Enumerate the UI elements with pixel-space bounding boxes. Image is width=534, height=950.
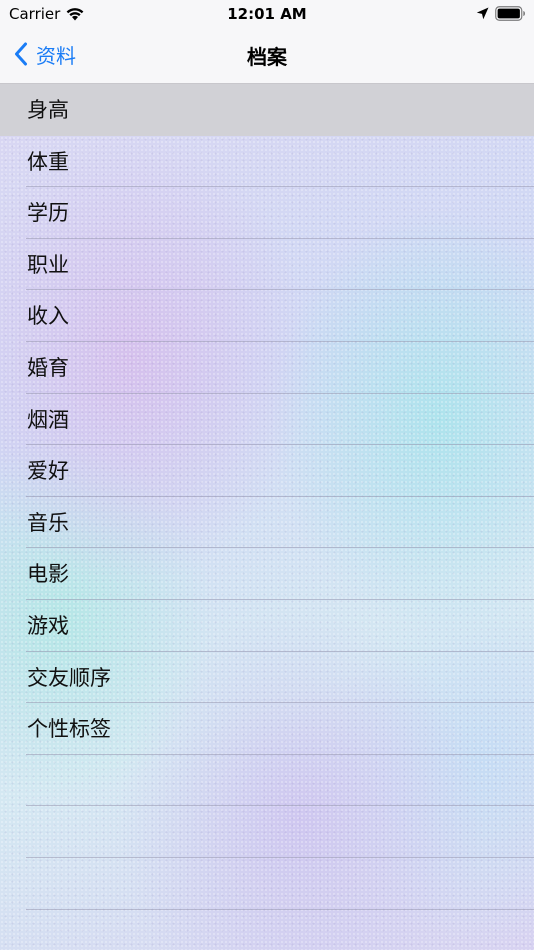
list-item-smoking-drinking[interactable]: 烟酒 — [0, 394, 534, 446]
list-item-hobbies[interactable]: 爱好 — [0, 445, 534, 497]
list-item-games[interactable]: 游戏 — [0, 600, 534, 652]
status-time: 12:01 AM — [227, 5, 307, 23]
list-item-income[interactable]: 收入 — [0, 290, 534, 342]
list-item-music[interactable]: 音乐 — [0, 497, 534, 549]
list-item-label: 收入 — [27, 304, 69, 329]
battery-icon — [495, 6, 525, 21]
navigation-bar: 资料 档案 — [0, 28, 534, 84]
list-item-label: 电影 — [27, 562, 69, 587]
list-item-label: 婚育 — [27, 355, 69, 380]
page-title: 档案 — [247, 45, 287, 69]
list-item-label: 游戏 — [27, 613, 69, 638]
list-item-label: 体重 — [27, 149, 69, 174]
list-item-label: 交友顺序 — [27, 665, 111, 690]
list-item-weight[interactable]: 体重 — [0, 136, 534, 188]
list-item-label: 身高 — [27, 98, 69, 122]
empty-row — [0, 858, 534, 910]
list-item-label: 烟酒 — [27, 407, 69, 432]
list-item-occupation[interactable]: 职业 — [0, 239, 534, 291]
list-item-personality-tags[interactable]: 个性标签 — [0, 703, 534, 755]
profile-list: 身高 体重 学历 职业 收入 婚育 烟酒 爱好 音乐 电影 游戏 交友顺序 个性… — [0, 84, 534, 910]
list-item-movies[interactable]: 电影 — [0, 548, 534, 600]
list-item-label: 音乐 — [27, 510, 69, 535]
list-item-dating-order[interactable]: 交友顺序 — [0, 652, 534, 704]
list-item-marriage[interactable]: 婚育 — [0, 342, 534, 394]
list-item-label: 个性标签 — [27, 717, 111, 742]
location-arrow-icon — [476, 7, 489, 20]
list-item-label: 职业 — [27, 252, 69, 277]
empty-row — [0, 755, 534, 807]
list-item-height[interactable]: 身高 — [0, 84, 534, 136]
status-bar: Carrier 12:01 AM — [0, 0, 534, 28]
screen: Carrier 12:01 AM 资料 档案 身高 体重 学历 职业 收入 婚育… — [0, 0, 534, 950]
empty-row — [0, 806, 534, 858]
list-item-label: 爱好 — [27, 459, 69, 484]
list-item-education[interactable]: 学历 — [0, 187, 534, 239]
list-item-label: 学历 — [27, 201, 69, 226]
